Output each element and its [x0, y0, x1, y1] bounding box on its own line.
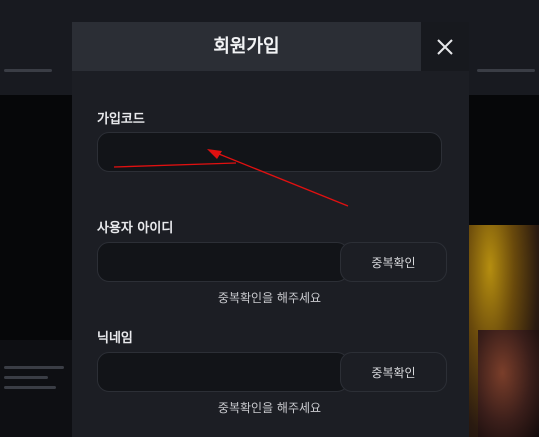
background-panel-text: [4, 386, 56, 389]
nickname-check-button[interactable]: 중복확인: [340, 352, 447, 392]
signup-code-input[interactable]: [97, 132, 442, 172]
background-panel-text: [4, 376, 48, 379]
signup-modal: 회원가입 가입코드 사용자 아이디 중복확인 중복확인을 해주세요 닉네임 중복…: [72, 22, 469, 437]
background-panel-text: [4, 366, 64, 369]
background-nav-text: [477, 69, 535, 72]
nickname-input[interactable]: [97, 352, 349, 392]
nickname-label: 닉네임: [97, 331, 133, 346]
signup-code-label: 가입코드: [97, 112, 145, 127]
close-icon: [437, 38, 453, 55]
modal-title: 회원가입: [213, 36, 280, 57]
modal-header: 회원가입: [72, 22, 469, 71]
user-id-input[interactable]: [97, 242, 349, 282]
background-nav-text: [4, 69, 52, 72]
background-artwork: [478, 330, 539, 437]
user-id-hint: 중복확인을 해주세요: [217, 291, 322, 305]
close-button[interactable]: [421, 22, 469, 71]
user-id-check-button[interactable]: 중복확인: [340, 242, 447, 282]
nickname-hint: 중복확인을 해주세요: [217, 401, 322, 415]
user-id-label: 사용자 아이디: [97, 221, 174, 236]
